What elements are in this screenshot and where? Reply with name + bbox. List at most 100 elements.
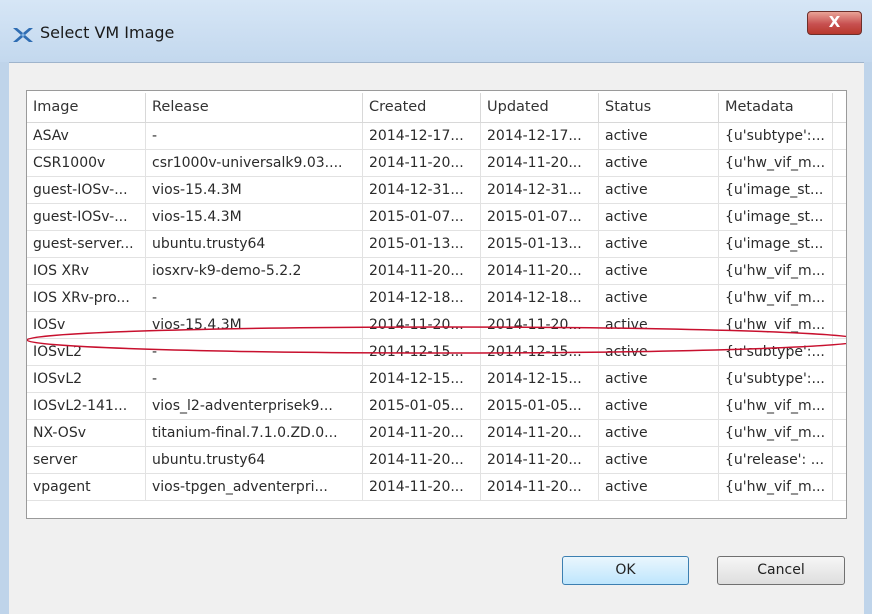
ok-button[interactable]: OK	[562, 556, 689, 585]
table-row[interactable]: IOSv vios-15.4.3M 2014-11-20... 2014-11-20.…	[27, 312, 846, 339]
cell-created: 2014-12-17...	[363, 123, 481, 149]
cell-created: 2014-11-20...	[363, 474, 481, 500]
cell-image: guest-IOSv-...	[27, 177, 146, 203]
table-row[interactable]: server ubuntu.trusty64 2014-11-20... 2014-1…	[27, 447, 846, 474]
table-row[interactable]: CSR1000v csr1000v-universalk9.03.... 2014-…	[27, 150, 846, 177]
table-header-row: Image Release Created Updated Status Met…	[27, 93, 846, 123]
cancel-button[interactable]: Cancel	[717, 556, 845, 585]
title-bar[interactable]: Select VM Image X	[0, 0, 872, 62]
column-header-updated[interactable]: Updated	[481, 93, 599, 122]
select-vm-image-dialog: Select VM Image X Image Release Created …	[0, 0, 872, 614]
cell-updated: 2014-11-20...	[481, 447, 599, 473]
cell-image: IOSvL2-141...	[27, 393, 146, 419]
cell-release: csr1000v-universalk9.03....	[146, 150, 363, 176]
cell-metadata: {u'release': ...	[719, 447, 833, 473]
cell-image: server	[27, 447, 146, 473]
cell-status: active	[599, 447, 719, 473]
cell-release: vios_l2-adventerprisek9...	[146, 393, 363, 419]
column-header-release[interactable]: Release	[146, 93, 363, 122]
cell-release: ubuntu.trusty64	[146, 231, 363, 257]
cell-status: active	[599, 258, 719, 284]
table-row[interactable]: guest-IOSv-... vios-15.4.3M 2014-12-31... 2…	[27, 177, 846, 204]
column-header-created[interactable]: Created	[363, 93, 481, 122]
cell-created: 2014-12-15...	[363, 366, 481, 392]
cell-metadata: {u'image_st...	[719, 231, 833, 257]
cell-filler	[833, 366, 846, 392]
cell-updated: 2014-11-20...	[481, 474, 599, 500]
table-row[interactable]: IOSvL2-2014-12-15... 2014-12-15... active{…	[27, 366, 846, 393]
cell-created: 2014-11-20...	[363, 150, 481, 176]
cell-image: vpagent	[27, 474, 146, 500]
cell-created: 2015-01-13...	[363, 231, 481, 257]
table-row[interactable]: ASAv -2014-12-17... 2014-12-17... active {u'…	[27, 123, 846, 150]
cell-filler	[833, 420, 846, 446]
cell-release: vios-tpgen_adventerpri...	[146, 474, 363, 500]
cell-metadata: {u'subtype':...	[719, 339, 833, 365]
cell-created: 2014-12-31...	[363, 177, 481, 203]
cell-status: active	[599, 393, 719, 419]
cell-filler	[833, 177, 846, 203]
cell-image: ASAv	[27, 123, 146, 149]
cell-image: CSR1000v	[27, 150, 146, 176]
cell-metadata: {u'image_st...	[719, 177, 833, 203]
cell-image: IOSv	[27, 312, 146, 338]
cell-metadata: {u'subtype':...	[719, 123, 833, 149]
table-row[interactable]: guest-IOSv-... vios-15.4.3M 2015-01-07... 2…	[27, 204, 846, 231]
cell-metadata: {u'hw_vif_m...	[719, 150, 833, 176]
cell-metadata: {u'hw_vif_m...	[719, 474, 833, 500]
table-row[interactable]: IOSvL2-141... vios_l2-adventerprisek9... 2…	[27, 393, 846, 420]
cell-filler	[833, 393, 846, 419]
cell-filler	[833, 447, 846, 473]
cell-updated: 2015-01-13...	[481, 231, 599, 257]
cell-filler	[833, 123, 846, 149]
vm-image-table: Image Release Created Updated Status Met…	[26, 90, 847, 519]
column-header-metadata[interactable]: Metadata	[719, 93, 833, 122]
cell-updated: 2014-12-31...	[481, 177, 599, 203]
column-header-status[interactable]: Status	[599, 93, 719, 122]
cell-updated: 2015-01-07...	[481, 204, 599, 230]
cell-release: iosxrv-k9-demo-5.2.2	[146, 258, 363, 284]
cell-created: 2014-12-15...	[363, 339, 481, 365]
cell-release: vios-15.4.3M	[146, 204, 363, 230]
cell-status: active	[599, 231, 719, 257]
cell-created: 2014-11-20...	[363, 258, 481, 284]
cell-release: -	[146, 123, 363, 149]
cell-image: IOS XRv-pro...	[27, 285, 146, 311]
cell-release: ubuntu.trusty64	[146, 447, 363, 473]
cell-filler	[833, 285, 846, 311]
cell-updated: 2014-12-17...	[481, 123, 599, 149]
cell-metadata: {u'hw_vif_m...	[719, 285, 833, 311]
cell-created: 2015-01-05...	[363, 393, 481, 419]
table-row[interactable]: IOSvL2-2014-12-15... 2014-12-15... active{…	[27, 339, 846, 366]
column-header-filler	[833, 93, 846, 122]
cell-image: IOSvL2	[27, 339, 146, 365]
table-row[interactable]: vpagent vios-tpgen_adventerpri... 2014-11-…	[27, 474, 846, 501]
cell-status: active	[599, 312, 719, 338]
cell-status: active	[599, 123, 719, 149]
cell-filler	[833, 339, 846, 365]
app-logo-icon	[13, 28, 33, 42]
cell-release: -	[146, 339, 363, 365]
cell-metadata: {u'hw_vif_m...	[719, 393, 833, 419]
table-row[interactable]: NX-OSv titanium-final.7.1.0.ZD.0... 2014-1…	[27, 420, 846, 447]
cell-image: guest-IOSv-...	[27, 204, 146, 230]
column-header-image[interactable]: Image	[27, 93, 146, 122]
cell-updated: 2014-11-20...	[481, 150, 599, 176]
cell-filler	[833, 258, 846, 284]
cell-updated: 2014-11-20...	[481, 312, 599, 338]
cell-metadata: {u'hw_vif_m...	[719, 312, 833, 338]
cell-metadata: {u'subtype':...	[719, 366, 833, 392]
cell-metadata: {u'hw_vif_m...	[719, 258, 833, 284]
table-row[interactable]: IOS XRv iosxrv-k9-demo-5.2.2 2014-11-20...…	[27, 258, 846, 285]
cell-created: 2015-01-07...	[363, 204, 481, 230]
cell-image: IOSvL2	[27, 366, 146, 392]
close-button[interactable]: X	[807, 11, 862, 35]
cell-created: 2014-12-18...	[363, 285, 481, 311]
cell-release: -	[146, 366, 363, 392]
table-row[interactable]: guest-server... ubuntu.trusty64 2015-01-13…	[27, 231, 846, 258]
cell-status: active	[599, 204, 719, 230]
table-row[interactable]: IOS XRv-pro... -2014-12-18... 2014-12-18..…	[27, 285, 846, 312]
cell-created: 2014-11-20...	[363, 312, 481, 338]
cell-image: IOS XRv	[27, 258, 146, 284]
cell-status: active	[599, 420, 719, 446]
